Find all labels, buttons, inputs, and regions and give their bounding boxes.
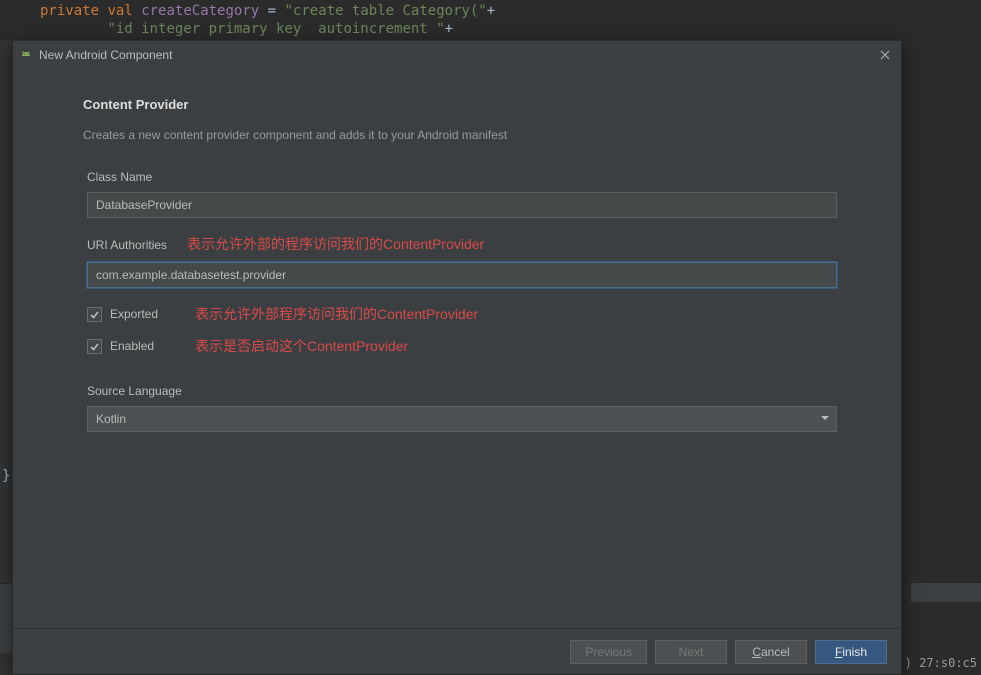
section-description: Creates a new content provider component…: [83, 128, 831, 142]
source-language-label: Source Language: [87, 384, 182, 398]
uri-authorities-label: URI Authorities: [87, 238, 167, 252]
new-android-component-dialog: New Android Component Content Provider C…: [12, 40, 902, 675]
enabled-checkbox[interactable]: [87, 339, 102, 354]
enabled-annotation: 表示是否启动这个ContentProvider: [195, 336, 408, 356]
uri-authorities-input[interactable]: [87, 262, 837, 288]
enabled-label: Enabled: [110, 339, 195, 353]
previous-button[interactable]: Previous: [570, 640, 647, 664]
status-bar-right: ) 27:s0:c5: [897, 653, 981, 675]
android-icon: [19, 48, 33, 62]
close-icon[interactable]: [877, 47, 893, 63]
next-button[interactable]: Next: [655, 640, 727, 664]
code-editor-background: private val createCategory = "create tab…: [0, 0, 981, 40]
exported-checkbox[interactable]: [87, 307, 102, 322]
class-name-input[interactable]: [87, 192, 837, 218]
exported-annotation: 表示允许外部程序访问我们的ContentProvider: [195, 304, 478, 324]
dialog-titlebar: New Android Component: [13, 41, 901, 69]
section-heading: Content Provider: [83, 97, 831, 112]
code-closing-brace: }: [2, 468, 10, 484]
dialog-content: Content Provider Creates a new content p…: [13, 69, 901, 432]
dialog-button-bar: Previous Next Cancel Finish: [13, 628, 901, 674]
uri-annotation: 表示允许外部的程序访问我们的ContentProvider: [187, 234, 484, 254]
editor-gutter: [0, 0, 12, 675]
cancel-button[interactable]: Cancel: [735, 640, 807, 664]
left-tool-window-strip: [0, 583, 12, 653]
finish-button[interactable]: Finish: [815, 640, 887, 664]
source-language-select[interactable]: Kotlin: [87, 406, 837, 432]
right-scrollbar-area: [911, 582, 981, 602]
chevron-down-icon: [821, 416, 829, 420]
class-name-label: Class Name: [87, 170, 152, 184]
dialog-title: New Android Component: [39, 48, 877, 62]
exported-label: Exported: [110, 307, 195, 321]
